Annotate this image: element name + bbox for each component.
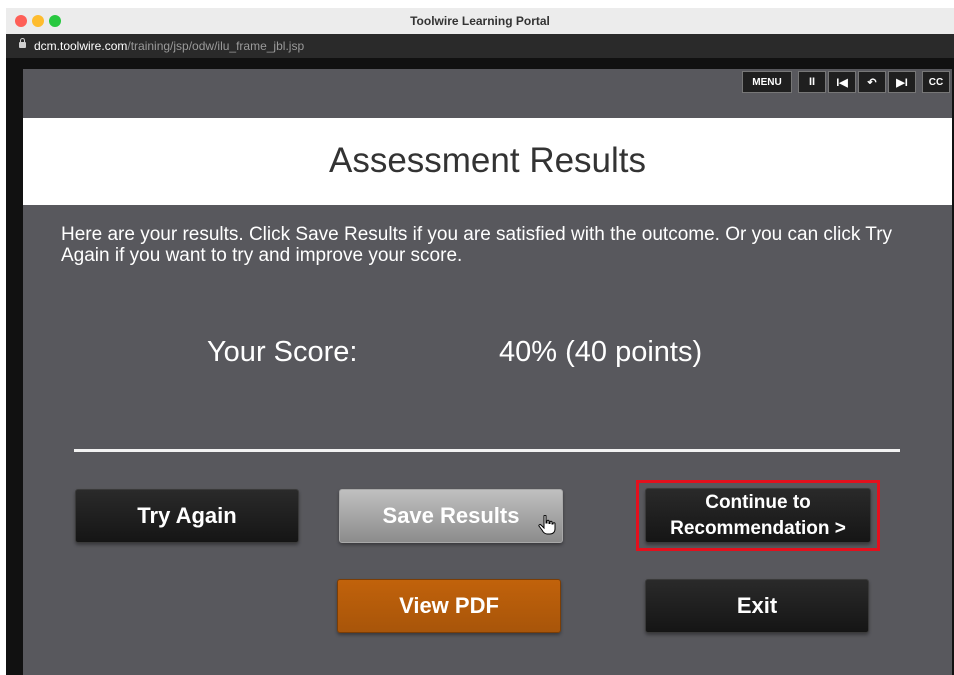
continue-to-recommendation-button[interactable]: Continue to Recommendation > <box>645 488 871 543</box>
pause-button[interactable]: II <box>798 71 826 93</box>
hand-cursor-icon <box>538 515 556 535</box>
score-value: 40% (40 points) <box>499 336 703 368</box>
closed-captions-button[interactable]: CC <box>922 71 950 93</box>
course-stage: MENU II I◀ ↶ ▶I CC Assessment Results He… <box>23 69 952 675</box>
address-bar[interactable]: dcm.toolwire.com/training/jsp/odw/ilu_fr… <box>6 34 954 58</box>
restart-button[interactable]: I◀ <box>828 71 856 93</box>
exit-button[interactable]: Exit <box>645 579 869 633</box>
save-results-button[interactable]: Save Results <box>339 489 563 543</box>
menu-button[interactable]: MENU <box>742 71 792 93</box>
player-controls: MENU II I◀ ↶ ▶I CC <box>742 71 950 95</box>
try-again-button[interactable]: Try Again <box>75 489 299 543</box>
url-host: dcm.toolwire.com <box>34 39 128 53</box>
view-pdf-button[interactable]: View PDF <box>337 579 561 633</box>
title-band: Assessment Results <box>23 118 952 205</box>
page-title: Assessment Results <box>328 141 647 180</box>
window-titlebar: Toolwire Learning Portal <box>6 8 954 35</box>
window-title: Toolwire Learning Portal <box>410 14 550 28</box>
divider <box>74 449 900 452</box>
score-label: Your Score: <box>207 336 358 368</box>
lock-icon <box>19 38 26 48</box>
next-button[interactable]: ▶I <box>888 71 916 93</box>
replay-button[interactable]: ↶ <box>858 71 886 93</box>
url-path: /training/jsp/odw/ilu_frame_jbl.jsp <box>127 39 305 53</box>
instructions-text: Here are your results. Click Save Result… <box>61 224 893 266</box>
url-text[interactable]: dcm.toolwire.com/training/jsp/odw/ilu_fr… <box>34 39 304 53</box>
